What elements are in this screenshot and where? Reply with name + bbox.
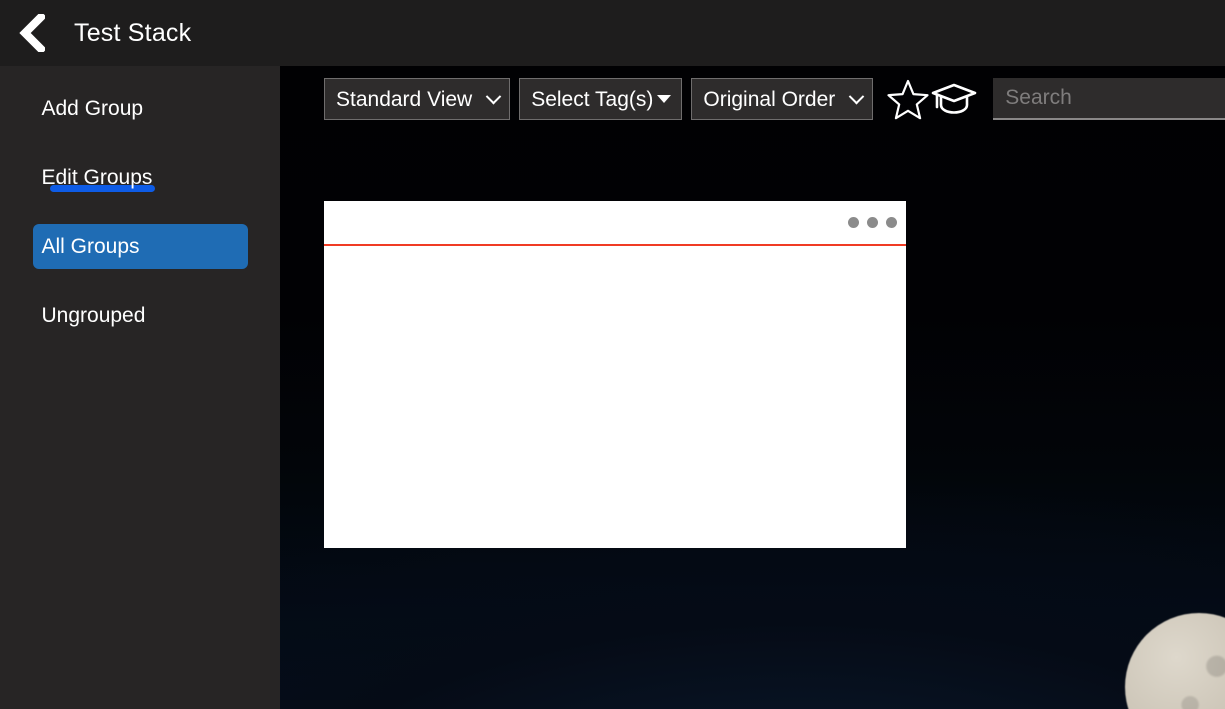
graduation-cap-icon [929, 79, 979, 119]
sidebar-item-ungrouped[interactable]: Ungrouped [33, 293, 248, 338]
chevron-left-icon [17, 14, 45, 52]
chevron-down-icon [848, 88, 865, 104]
favorite-button[interactable] [885, 77, 931, 121]
note-card-header [324, 201, 906, 246]
sidebar-item-label: Ungrouped [41, 303, 146, 327]
note-card-body[interactable] [324, 246, 906, 548]
search-input[interactable] [993, 78, 1225, 120]
three-dots-icon [867, 217, 878, 228]
sort-order-select[interactable]: Original Order [691, 78, 874, 120]
sidebar-item-all-groups[interactable]: All Groups [32, 224, 248, 269]
app-header: Test Stack [0, 0, 1225, 66]
chevron-down-icon [485, 88, 502, 104]
sidebar-item-label: Edit Groups [41, 165, 153, 189]
back-button[interactable] [0, 0, 62, 66]
sidebar-item-edit-groups[interactable]: Edit Groups [33, 155, 248, 200]
view-mode-value: Standard View [336, 87, 473, 111]
caret-down-icon [657, 95, 672, 103]
tag-filter-dropdown[interactable]: Select Tag(s) [519, 78, 683, 120]
star-icon [886, 78, 930, 120]
note-card-menu-button[interactable] [848, 217, 897, 228]
sidebar: Add Group Edit Groups All Groups Ungroup… [0, 66, 280, 709]
note-card[interactable] [324, 201, 906, 548]
three-dots-icon [886, 217, 897, 228]
view-mode-select[interactable]: Standard View [324, 78, 511, 120]
toolbar: Standard View Select Tag(s) Original Ord… [324, 78, 1225, 120]
three-dots-icon [848, 217, 859, 228]
sidebar-item-add-group[interactable]: Add Group [33, 86, 248, 131]
sort-order-value: Original Order [703, 87, 836, 111]
search-container [993, 78, 1225, 120]
study-mode-button[interactable] [931, 77, 977, 121]
sidebar-item-label: Add Group [41, 96, 144, 120]
app-root: Test Stack Add Group Edit Groups All Gro… [0, 0, 1225, 709]
moon-decoration [1125, 613, 1225, 709]
tag-filter-label: Select Tag(s) [531, 87, 654, 111]
page-title: Test Stack [74, 18, 192, 47]
sidebar-item-label: All Groups [41, 234, 140, 258]
